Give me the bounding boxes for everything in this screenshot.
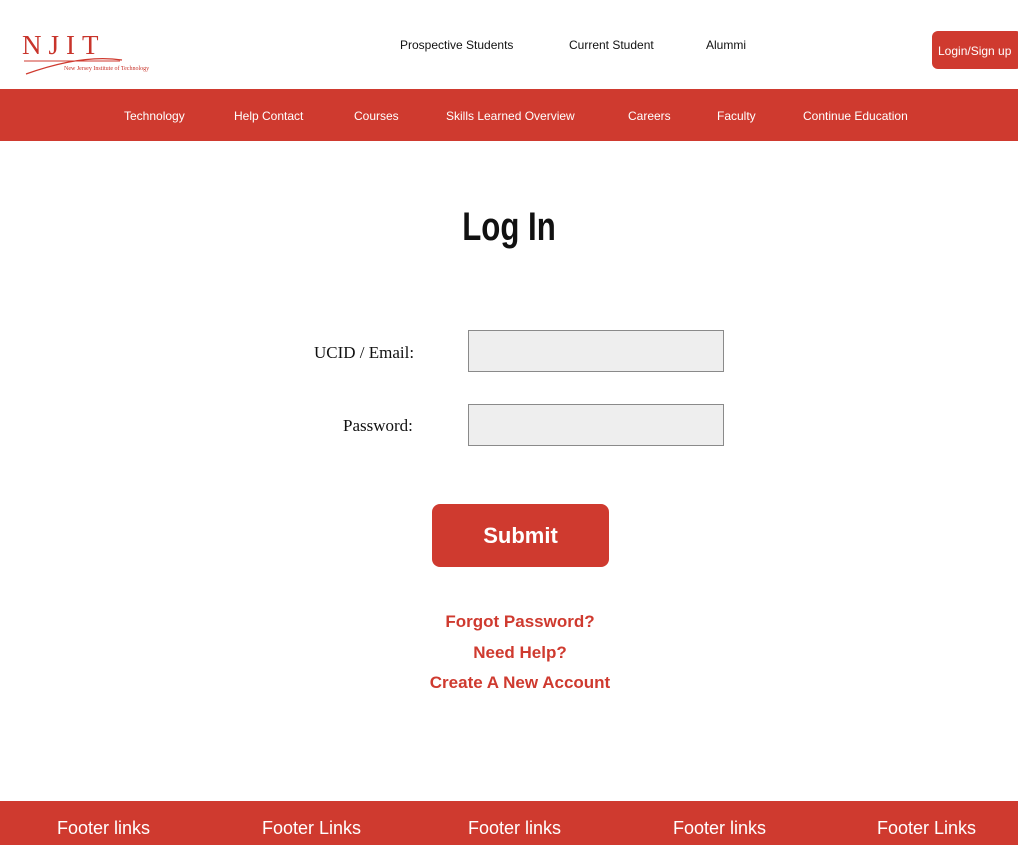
need-help-link[interactable]: Need Help? — [0, 643, 1018, 663]
nav-item-courses[interactable]: Courses — [354, 109, 399, 123]
logo-text: NJIT — [22, 30, 106, 60]
submit-button[interactable]: Submit — [432, 504, 609, 567]
njit-logo[interactable]: NJIT New Jersey Institute of Technology — [22, 30, 182, 76]
nav-item-technology[interactable]: Technology — [124, 109, 185, 123]
ucid-email-input[interactable] — [468, 330, 724, 372]
top-nav-alumni[interactable]: Alummi — [706, 38, 746, 52]
top-nav-current-student[interactable]: Current Student — [569, 38, 654, 52]
footer-link-4[interactable]: Footer links — [673, 818, 766, 839]
page-title: Log In — [462, 205, 556, 249]
password-label: Password: — [343, 416, 413, 435]
nav-item-careers[interactable]: Careers — [628, 109, 671, 123]
nav-item-continue-education[interactable]: Continue Education — [803, 109, 908, 123]
ucid-email-label: UCID / Email: — [314, 343, 415, 362]
footer-link-2[interactable]: Footer Links — [262, 818, 361, 839]
login-signup-button[interactable]: Login/Sign up — [932, 31, 1018, 69]
password-input[interactable] — [468, 404, 724, 446]
footer-link-1[interactable]: Footer links — [57, 818, 150, 839]
nav-item-help-contact[interactable]: Help Contact — [234, 109, 303, 123]
main-navigation-bar: Technology Help Contact Courses Skills L… — [0, 89, 1018, 141]
forgot-password-link[interactable]: Forgot Password? — [0, 612, 1018, 632]
top-header: NJIT New Jersey Institute of Technology … — [0, 0, 1018, 89]
create-account-link[interactable]: Create A New Account — [0, 673, 1018, 693]
footer-link-3[interactable]: Footer links — [468, 818, 561, 839]
footer-link-5[interactable]: Footer Links — [877, 818, 976, 839]
logo-subtitle: New Jersey Institute of Technology — [64, 66, 150, 72]
footer-bar: Footer links Footer Links Footer links F… — [0, 801, 1018, 845]
nav-item-faculty[interactable]: Faculty — [717, 109, 756, 123]
nav-item-skills-learned-overview[interactable]: Skills Learned Overview — [446, 109, 575, 123]
top-nav-prospective-students[interactable]: Prospective Students — [400, 38, 513, 52]
